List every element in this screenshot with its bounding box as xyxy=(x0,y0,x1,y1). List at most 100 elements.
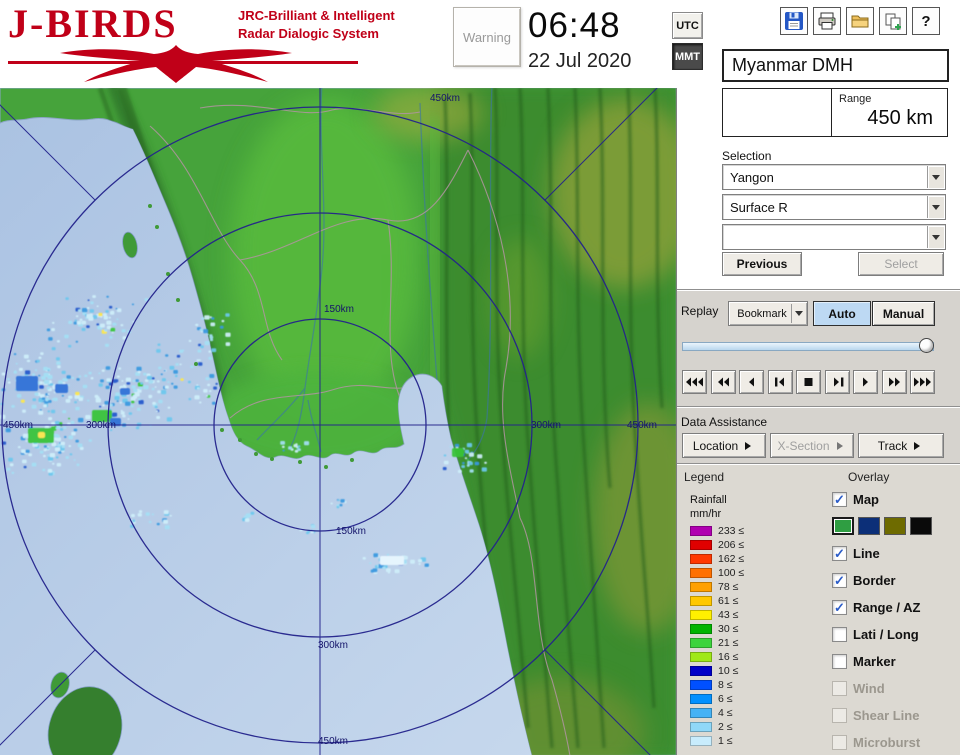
open-folder-icon xyxy=(851,15,869,28)
open-folder-button[interactable] xyxy=(846,7,874,35)
site-combobox-value: Yangon xyxy=(730,170,774,185)
overlay-item-map[interactable]: ✓ Map xyxy=(832,490,958,509)
x-section-button-label: X-Section xyxy=(777,438,830,453)
map-color-swatch[interactable] xyxy=(832,517,854,535)
utc-button[interactable]: UTC xyxy=(672,12,703,39)
warning-indicator[interactable]: Warning xyxy=(453,7,521,67)
bookmark-button[interactable]: Bookmark xyxy=(728,301,808,326)
overlay-label: Microburst xyxy=(853,735,921,750)
legend-color-swatch xyxy=(690,610,712,620)
ring-label: 150km xyxy=(336,526,366,537)
save-button[interactable] xyxy=(780,7,808,35)
overlay-label: Marker xyxy=(853,654,896,669)
app-logo-title: J-BIRDS xyxy=(8,1,178,46)
overlay-item-microburst: Microburst xyxy=(832,733,958,752)
step-end-button[interactable] xyxy=(824,370,850,394)
forward-3-button[interactable] xyxy=(910,370,935,394)
forward-2-button[interactable] xyxy=(881,370,907,394)
forward-3-icon xyxy=(914,377,931,387)
legend-row: 30 ≤ xyxy=(690,623,780,635)
step-start-button[interactable] xyxy=(767,370,793,394)
overlay-item-lati-long[interactable]: Lati / Long xyxy=(832,625,958,644)
bookmark-button-label: Bookmark xyxy=(737,307,787,320)
rewind-3-icon xyxy=(686,377,703,387)
export-button[interactable] xyxy=(879,7,907,35)
checkbox[interactable]: ✓ xyxy=(832,492,847,507)
rewind-2-icon xyxy=(717,377,729,387)
rainfall-legend: 233 ≤ 206 ≤ 162 ≤ 100 ≤ 78 ≤ 61 ≤ 43 ≤ 30 ≤ 21 ≤… xyxy=(690,525,780,750)
checkbox xyxy=(832,708,847,723)
map-color-swatch[interactable] xyxy=(858,517,880,535)
legend-color-swatch xyxy=(690,526,712,536)
option-combobox[interactable] xyxy=(722,224,946,250)
site-combobox[interactable]: Yangon xyxy=(722,164,946,190)
location-button[interactable]: Location xyxy=(682,433,766,458)
overlay-item-shear-line: Shear Line xyxy=(832,706,958,725)
arrow-right-icon xyxy=(914,441,924,450)
auto-mode-button[interactable]: Auto xyxy=(813,301,871,326)
location-button-label: Location xyxy=(692,438,739,453)
overlay-item-range-az[interactable]: ✓ Range / AZ xyxy=(832,598,958,617)
legend-row: 21 ≤ xyxy=(690,637,780,649)
range-box: Range 450 km xyxy=(722,88,948,137)
checkbox[interactable] xyxy=(832,654,847,669)
stop-button[interactable] xyxy=(796,370,821,394)
track-button[interactable]: Track xyxy=(858,433,944,458)
legend-color-swatch xyxy=(690,624,712,634)
ring-label: 450km xyxy=(3,420,33,431)
previous-button[interactable]: Previous xyxy=(722,252,802,276)
divider xyxy=(677,463,960,465)
app-logo-subtitle-2: Radar Dialogic System xyxy=(238,26,379,41)
product-combobox[interactable]: Surface R xyxy=(722,194,946,220)
legend-color-swatch xyxy=(690,736,712,746)
legend-row: 100 ≤ xyxy=(690,567,780,579)
overlay-item-wind: Wind xyxy=(832,679,958,698)
forward-1-button[interactable] xyxy=(853,370,878,394)
overlay-label: Map xyxy=(853,492,879,507)
legend-color-swatch xyxy=(690,596,712,606)
map-color-swatch[interactable] xyxy=(884,517,906,535)
jbirds-window: J-BIRDS JRC-Brilliant & Intelligent Rada… xyxy=(0,0,960,755)
overlay-item-line[interactable]: ✓ Line xyxy=(832,544,958,563)
help-icon: ? xyxy=(921,13,930,30)
legend-color-swatch xyxy=(690,638,712,648)
radar-map[interactable]: 450km 150km 150km 300km 450km 450km 300km 300km… xyxy=(0,88,676,755)
legend-color-swatch xyxy=(690,680,712,690)
checkbox[interactable] xyxy=(832,627,847,642)
clock-time: 06:48 xyxy=(528,6,621,45)
replay-slider-track[interactable] xyxy=(682,342,934,351)
chevron-down-icon xyxy=(932,204,940,214)
legend-value: 1 ≤ xyxy=(718,735,733,747)
checkbox[interactable]: ✓ xyxy=(832,600,847,615)
help-button[interactable]: ? xyxy=(912,7,940,35)
rewind-1-button[interactable] xyxy=(739,370,764,394)
checkbox[interactable]: ✓ xyxy=(832,573,847,588)
checkbox[interactable]: ✓ xyxy=(832,546,847,561)
map-color-swatch[interactable] xyxy=(910,517,932,535)
legend-color-swatch xyxy=(690,554,712,564)
rewind-3-button[interactable] xyxy=(682,370,707,394)
overlay-label: Border xyxy=(853,573,896,588)
combobox-dropdown-button[interactable] xyxy=(927,226,944,248)
ring-label: 300km xyxy=(531,420,561,431)
mmt-button[interactable]: MMT xyxy=(672,43,703,70)
replay-label: Replay xyxy=(681,304,719,318)
overlay-label: Line xyxy=(853,546,880,561)
ring-label: 450km xyxy=(430,93,460,104)
legend-value: 233 ≤ xyxy=(718,525,745,537)
combobox-dropdown-button[interactable] xyxy=(927,196,944,218)
manual-mode-button[interactable]: Manual xyxy=(872,301,935,326)
overlay-item-marker[interactable]: Marker xyxy=(832,652,958,671)
select-button[interactable]: Select xyxy=(858,252,944,276)
rewind-2-button[interactable] xyxy=(710,370,736,394)
print-button[interactable] xyxy=(813,7,841,35)
overlay-item-border[interactable]: ✓ Border xyxy=(832,571,958,590)
map-color-swatches xyxy=(832,517,958,535)
legend-row: 6 ≤ xyxy=(690,693,780,705)
legend-value: 2 ≤ xyxy=(718,721,733,733)
combobox-dropdown-button[interactable] xyxy=(927,166,944,188)
replay-slider-thumb[interactable] xyxy=(919,338,934,353)
warning-label: Warning xyxy=(463,29,511,45)
legend-value: 78 ≤ xyxy=(718,581,739,593)
bookmark-dropdown-button[interactable] xyxy=(791,304,805,323)
